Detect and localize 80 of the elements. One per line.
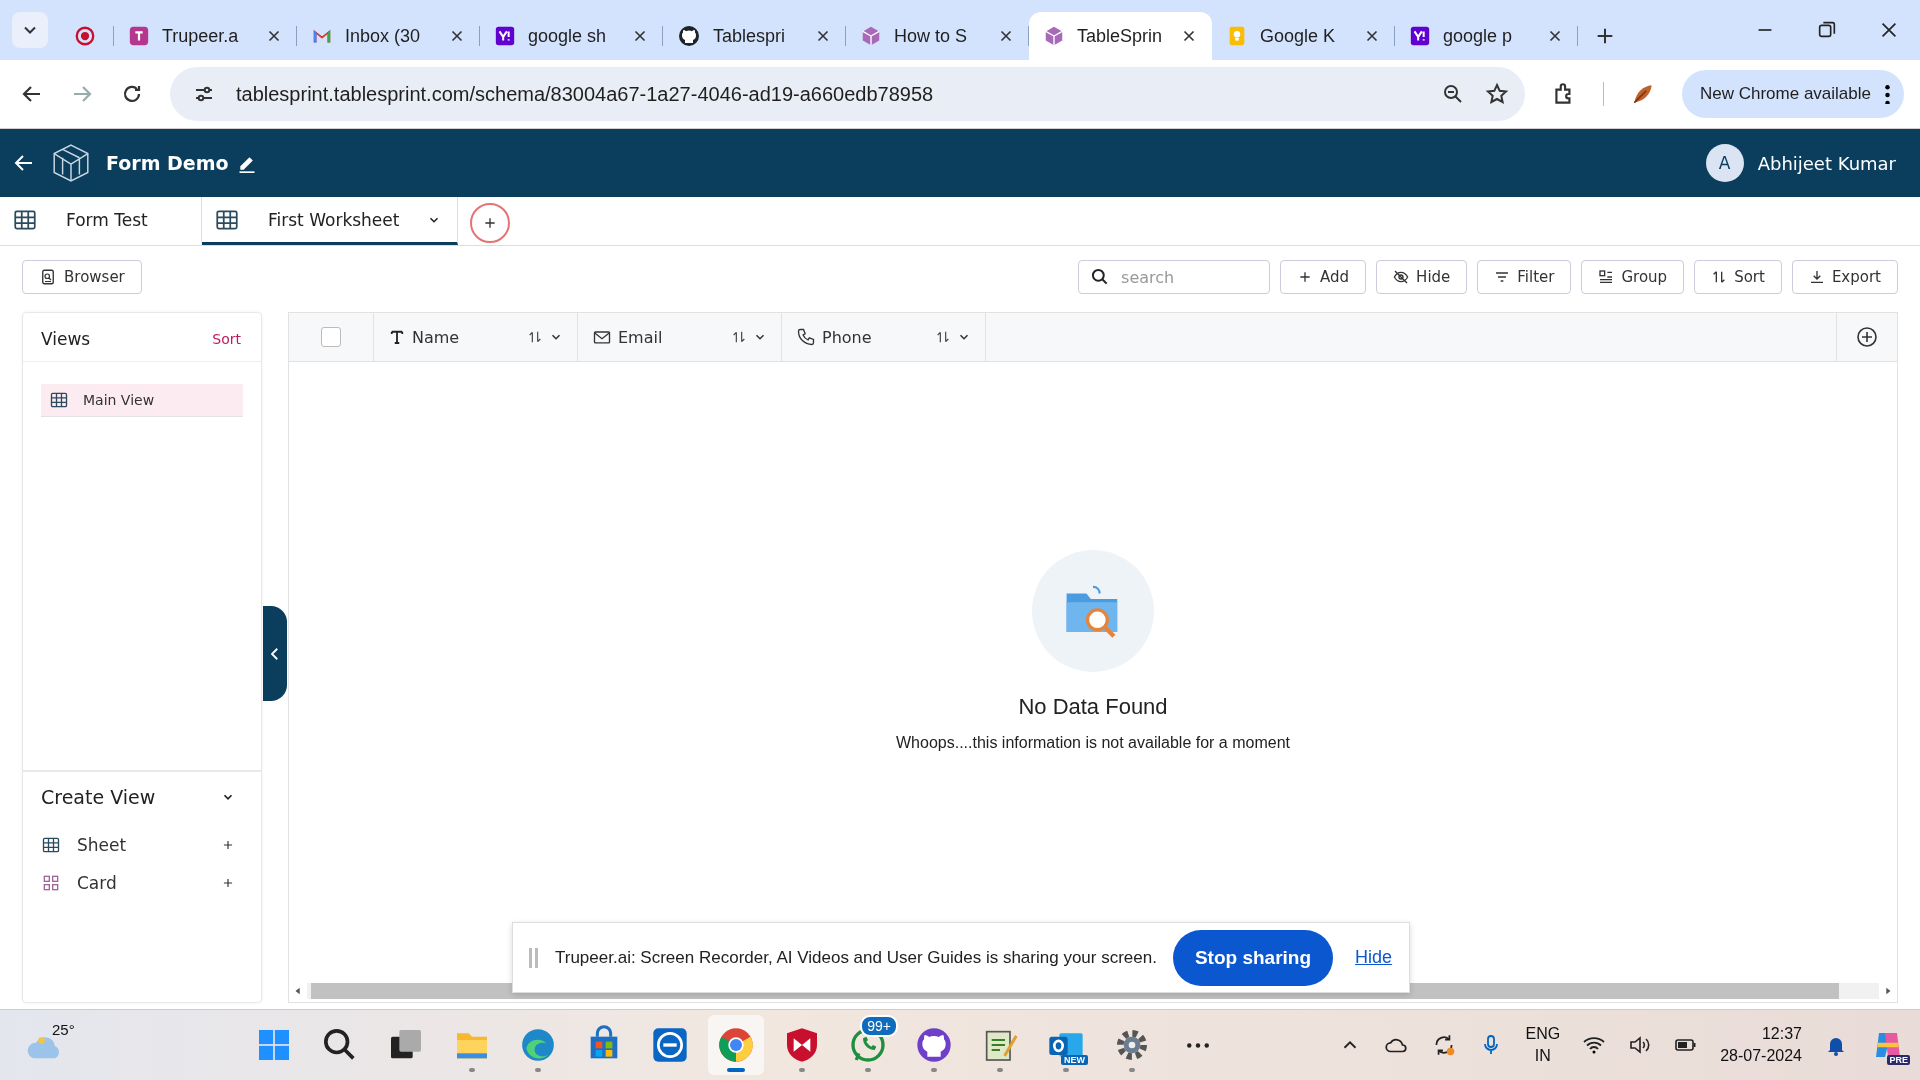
browser-tab[interactable]: Google K [1212,12,1395,60]
add-sheet-button[interactable] [470,203,511,243]
panel-title: Views [41,329,91,349]
text-type-icon [388,328,406,346]
filter-icon [1494,269,1511,285]
search-field[interactable]: search [1078,260,1271,294]
toolbar-button[interactable]: Hide [1376,260,1468,294]
browser-tab[interactable]: Tablespri [663,12,846,60]
grid-icon [41,835,61,855]
browser-tab[interactable]: Inbox (30 [297,12,480,60]
cards-icon [41,873,61,893]
more-vertical-icon [1885,84,1890,104]
column-header[interactable]: Phone [782,313,986,361]
record-icon [74,25,96,47]
phone-icon [796,327,816,347]
toolbar-button[interactable]: Group [1581,260,1685,294]
user-name: Abhijeet Kumar [1757,152,1896,174]
app-badge: 99+ [860,1015,898,1037]
cube-icon [1043,25,1065,47]
github-icon [914,1025,954,1065]
sort-icon [527,329,543,345]
stop-sharing-button[interactable]: Stop sharing [1172,929,1334,986]
temperature: 25° [52,1021,75,1038]
view-item[interactable]: Main View [41,384,243,417]
section-title: Create View [41,786,156,808]
document-icon [39,268,57,286]
collapse-panel-button[interactable] [263,606,287,701]
address-bar[interactable]: tablesprint.tablesprint.com/schema/83004a67-1a27-4046-ad19-a660edb78958 [170,67,1525,121]
yahoo-icon [1409,25,1431,47]
browser-tab[interactable]: TableSprin [1029,12,1212,60]
scroll-right-icon[interactable] [1883,986,1893,996]
create-view-item[interactable]: Card [41,864,243,902]
browser-tab[interactable]: Trupeer.a [114,12,297,60]
language-indicator[interactable]: ENG IN [1525,1023,1561,1067]
app-title: Form Demo [106,152,229,174]
cube-logo-icon [50,142,92,184]
github-icon [677,24,701,48]
star-icon[interactable] [1484,82,1509,106]
clock[interactable]: 12:37 28-07-2024 [1720,1023,1802,1067]
add-column-icon[interactable] [1855,325,1879,349]
create-view-item[interactable]: Sheet [41,826,243,864]
more-icon [1186,1042,1210,1048]
yahoo-icon [494,25,516,47]
toolbar-button[interactable]: Add [1280,260,1367,294]
group-icon [1598,269,1615,285]
taskbar-app[interactable]: 99+ [840,1015,896,1075]
toolbar-button[interactable]: Export [1791,260,1898,294]
eye-off-icon [1393,269,1410,285]
download-icon [1808,269,1825,285]
toolbar-button[interactable]: Filter [1477,260,1572,294]
update-chrome-button[interactable]: New Chrome available [1681,70,1904,118]
scroll-left-icon[interactable] [293,986,303,996]
browser-tab[interactable]: How to S [846,12,1029,60]
app-badge: NEW [1061,1055,1088,1065]
empty-state-message: Whoops....this information is not available for a moment [896,734,1290,752]
column-header[interactable]: Name [374,313,578,361]
select-all-checkbox[interactable] [321,327,341,347]
browser-button[interactable]: Browser [22,260,142,294]
hide-link[interactable]: Hide [1355,947,1393,968]
user-avatar[interactable]: A [1705,144,1744,182]
drag-handle-icon[interactable] [527,945,539,970]
sheet-tab[interactable]: First Worksheet [202,197,459,245]
taskbar-app[interactable]: NEW [1038,1015,1094,1075]
tab-search-button[interactable] [12,12,48,48]
empty-state-title: No Data Found [1018,694,1168,720]
plus-icon [221,876,235,890]
grid-icon [49,390,69,410]
browser-tab[interactable]: google sh [480,12,663,60]
cube-icon [860,25,882,47]
sort-icon [731,329,747,345]
sheet-tab[interactable]: Form Test [0,197,202,245]
toolbar-button[interactable]: Sort [1694,260,1782,294]
share-message: Trupeer.ai: Screen Recorder, AI Videos and User Guides is sharing your screen. [555,947,1157,968]
sort-link[interactable]: Sort [212,331,241,347]
plus-icon [221,838,235,852]
column-header[interactable]: Email [578,313,782,361]
chrome-icon [716,1025,756,1065]
browser-tab[interactable]: google p [1395,12,1578,60]
sort-icon [935,329,951,345]
app-logo-icon [128,25,150,47]
